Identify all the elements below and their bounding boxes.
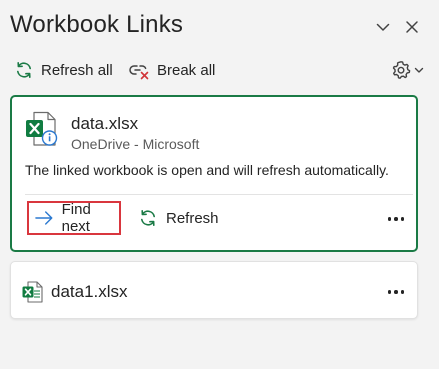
link-status-message: The linked workbook is open and will ref… — [25, 162, 389, 178]
excel-file-info-icon — [25, 111, 59, 152]
break-link-icon — [129, 65, 149, 80]
more-dot-icon — [394, 290, 398, 294]
pane-title: Workbook Links — [10, 11, 184, 38]
refresh-button[interactable]: Refresh — [138, 201, 219, 235]
excel-file-icon — [22, 281, 44, 308]
link-location: OneDrive - Microsoft — [71, 136, 200, 152]
link-file-name: data1.xlsx — [51, 282, 128, 301]
card-divider — [25, 194, 413, 195]
toolbar: Refresh all Break all — [0, 52, 439, 88]
arrow-right-icon — [35, 211, 53, 225]
more-dot-icon — [387, 290, 392, 294]
link-card-selected[interactable]: data.xlsx OneDrive - Microsoft The linke… — [10, 95, 418, 252]
refresh-label: Refresh — [166, 209, 219, 227]
settings-button[interactable] — [391, 58, 424, 82]
close-pane-button[interactable] — [401, 16, 423, 38]
gear-icon — [392, 61, 411, 79]
chevron-down-icon — [414, 67, 424, 73]
link-file-name: data.xlsx — [71, 114, 139, 133]
find-next-label: Find next — [61, 201, 91, 235]
more-dot-icon — [387, 217, 392, 221]
more-dot-icon — [400, 217, 405, 221]
refresh-all-button[interactable]: Refresh all — [14, 58, 113, 82]
more-options-button[interactable] — [383, 282, 409, 302]
find-next-button[interactable]: Find next — [27, 201, 121, 235]
more-dot-icon — [394, 217, 398, 221]
break-all-label: Break all — [157, 61, 216, 79]
more-dot-icon — [400, 290, 405, 294]
refresh-icon — [141, 210, 155, 226]
pane-header: Workbook Links — [0, 0, 439, 52]
link-card[interactable]: data1.xlsx — [10, 261, 418, 319]
break-all-button[interactable]: Break all — [128, 58, 215, 82]
more-options-button[interactable] — [383, 209, 409, 229]
minimize-pane-button[interactable] — [372, 16, 394, 38]
refresh-icon — [17, 62, 31, 78]
close-icon — [406, 21, 418, 33]
chevron-down-icon — [376, 23, 390, 31]
refresh-all-label: Refresh all — [41, 61, 113, 79]
